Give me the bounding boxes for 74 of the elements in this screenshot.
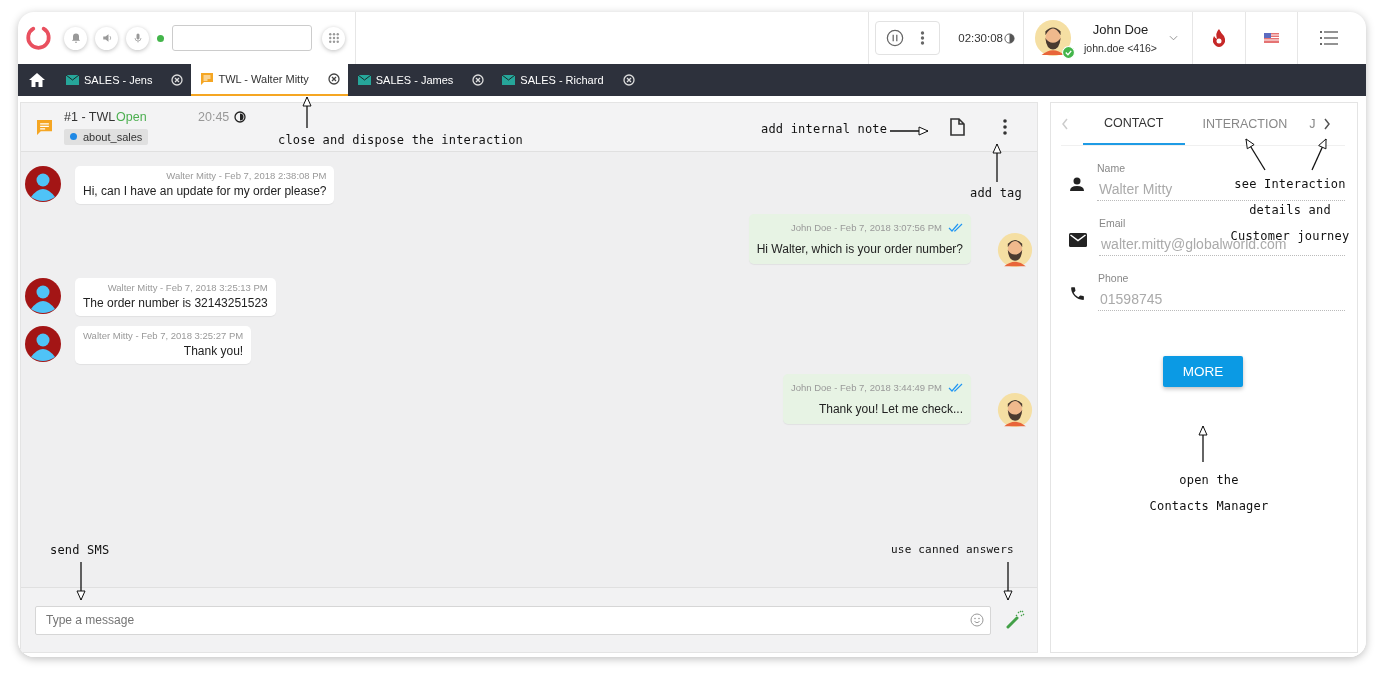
- home-icon[interactable]: [28, 72, 46, 88]
- close-icon[interactable]: [327, 73, 340, 85]
- envelope-icon: [1069, 233, 1087, 247]
- microphone-icon: [131, 32, 144, 44]
- message-meta: Walter Mitty - Feb 7, 2018 2:38:08 PM: [166, 170, 327, 181]
- annotation-text: open the: [1179, 473, 1239, 487]
- field-label: Email: [1099, 217, 1127, 229]
- more-options-button[interactable]: [920, 30, 926, 46]
- conversation-tab[interactable]: SALES - Richard: [492, 64, 643, 96]
- field-label: Phone: [1098, 272, 1130, 284]
- flag-icon[interactable]: [1264, 33, 1279, 43]
- person-icon: [1069, 176, 1085, 192]
- annotation-text: see Interaction: [1234, 177, 1346, 191]
- conversation-time: 20:45: [198, 109, 230, 124]
- message-text: Hi, can I have an update for my order please?: [83, 184, 327, 198]
- message-text: The order number is 32143251523: [83, 296, 268, 310]
- user-login: john.doe <416>: [1084, 42, 1157, 54]
- conversation-tab[interactable]: SALES - Jens: [56, 64, 192, 96]
- panel-tab[interactable]: J: [1305, 103, 1324, 145]
- half-circle-icon: [234, 110, 247, 123]
- message-text: Hi Walter, which is your order number?: [756, 242, 963, 256]
- bearded-man-avatar: [997, 232, 1033, 268]
- annotation-text: use canned answers: [891, 543, 1014, 556]
- bearded-man-avatar: [1034, 19, 1072, 57]
- conversation-tab[interactable]: SALES - James: [347, 64, 493, 96]
- phone-icon: [1069, 285, 1086, 302]
- tag-chip[interactable]: about_sales: [64, 128, 149, 145]
- message-meta: John Doe - Feb 7, 2018 3:44:49 PM: [790, 382, 942, 393]
- bell-icon: [69, 32, 82, 44]
- message-text: Thank you! Let me check...: [818, 402, 963, 416]
- annotation-text: send SMS: [50, 543, 110, 557]
- chat-bubble-icon: [37, 119, 52, 135]
- chevron-right-icon[interactable]: [1323, 118, 1332, 130]
- speaker-icon: [100, 32, 113, 44]
- menu-icon[interactable]: [1320, 31, 1338, 45]
- note-icon[interactable]: [950, 118, 965, 136]
- person-avatar: [25, 166, 61, 202]
- envelope-icon: [502, 75, 516, 85]
- half-circle-icon: [1004, 32, 1015, 44]
- chat-bubble-icon: [201, 73, 214, 85]
- call-timer: 02:30:08: [958, 32, 1003, 44]
- speaker-button[interactable]: [95, 26, 118, 50]
- user-name: John Doe: [1092, 22, 1149, 37]
- conversation-status: Open: [116, 109, 148, 124]
- person-avatar: [25, 326, 61, 362]
- panel-tab[interactable]: CONTACT: [1083, 103, 1185, 145]
- annotation-text: add internal note: [761, 122, 888, 136]
- tag-label: about_sales: [83, 130, 143, 143]
- message-text: Thank you!: [183, 344, 244, 358]
- field-label: Name: [1097, 162, 1126, 174]
- envelope-icon: [357, 75, 371, 85]
- annotation-text: close and dispose the interaction: [278, 133, 523, 147]
- bearded-man-avatar: [997, 392, 1033, 428]
- bell-button[interactable]: [64, 26, 87, 50]
- message-meta: John Doe - Feb 7, 2018 3:07:56 PM: [790, 222, 942, 233]
- envelope-icon: [66, 75, 79, 85]
- annotation-text: details and: [1249, 203, 1331, 217]
- message-meta: Walter Mitty - Feb 7, 2018 3:25:27 PM: [83, 330, 244, 341]
- dialpad-icon: [327, 32, 340, 44]
- dialpad-button[interactable]: [322, 26, 345, 50]
- magic-wand-icon[interactable]: [1005, 610, 1025, 630]
- message-input-field[interactable]: Type a message: [35, 605, 991, 635]
- annotation-text: Contacts Manager: [1149, 499, 1269, 513]
- flame-icon[interactable]: [1211, 28, 1227, 48]
- number-input-field[interactable]: [172, 25, 312, 51]
- more-options-icon[interactable]: [1003, 119, 1007, 135]
- conversation-tab[interactable]: TWL - Walter Mitty: [191, 64, 348, 96]
- conversation-title: #1 - TWL: [64, 109, 116, 124]
- panel-tab[interactable]: INTERACTION: [1184, 103, 1306, 145]
- logo-icon: [24, 24, 52, 52]
- message-meta: Walter Mitty - Feb 7, 2018 3:25:13 PM: [107, 282, 268, 293]
- annotation-text: add tag: [970, 186, 1022, 200]
- pause-button[interactable]: [886, 29, 905, 47]
- person-avatar: [25, 278, 61, 314]
